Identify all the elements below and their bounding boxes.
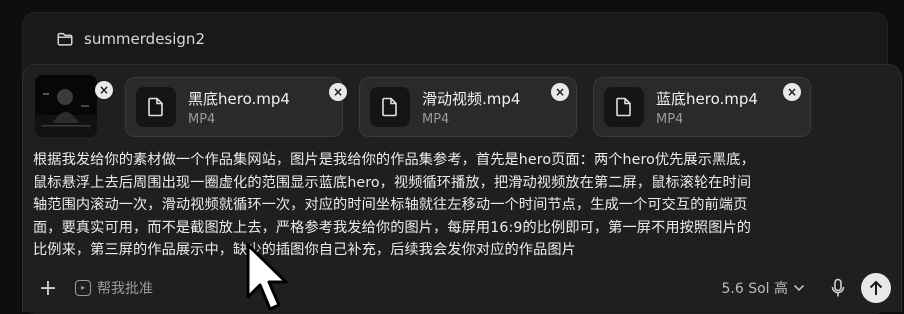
composer: × 黑底hero.mp4 MP4 × 滑动视频.mp4 MP4 × 蓝底hero… (22, 64, 902, 312)
mic-icon (831, 278, 845, 297)
close-icon: × (98, 83, 110, 97)
image-thumbnail (35, 75, 97, 137)
file-attachment-card[interactable]: 黑底hero.mp4 MP4 (125, 77, 343, 137)
remove-file-button[interactable]: × (783, 83, 801, 101)
message-line: 根据我发给你的素材做一个作品集网站，图片是我给你的作品集参考，首先是hero页面… (33, 152, 755, 168)
arrow-up-icon (869, 280, 883, 295)
approve-icon: ▸ (75, 280, 91, 296)
folder-name: summerdesign2 (84, 30, 205, 48)
image-attachment-thumb[interactable] (35, 75, 97, 137)
message-line: 面，要真实可用，而不是截图放上去，严格参考我发给你的图片，每屏用16:9的比例即… (33, 219, 752, 236)
message-line: 轴范围内滚动一次，滑动视频就循环一次，对应的时间坐标轴就往左移动一个时间节点，生… (33, 197, 748, 213)
voice-input-button[interactable] (823, 278, 853, 298)
message-line: 鼠标悬浮上去后周围出现一圈虚化的范围显示蓝底hero，视频循环播放，把滑动视频放… (33, 174, 752, 191)
remove-file-button[interactable]: × (329, 83, 347, 101)
model-selector[interactable]: 5.6 Sol 高 (721, 278, 805, 298)
help-approve-label: 帮我批准 (97, 281, 153, 297)
file-type: MP4 (188, 112, 216, 127)
file-type: MP4 (422, 112, 450, 127)
remove-image-attachment-button[interactable]: × (95, 81, 113, 99)
model-label: 5.6 Sol 高 (721, 281, 788, 297)
attachments-row: × 黑底hero.mp4 MP4 × 滑动视频.mp4 MP4 × 蓝底hero… (33, 75, 891, 139)
file-attachment-card[interactable]: 滑动视频.mp4 MP4 (359, 77, 577, 137)
close-icon: × (786, 85, 798, 99)
file-icon (370, 87, 410, 127)
composer-toolbar: + ▸ 帮我批准 5.6 Sol 高 (33, 273, 891, 303)
file-icon (136, 87, 176, 127)
remove-file-button[interactable]: × (551, 83, 569, 101)
add-attachment-button[interactable]: + (33, 276, 63, 301)
help-approve-button[interactable]: ▸ 帮我批准 (75, 278, 153, 298)
plus-icon: + (38, 275, 58, 301)
message-input[interactable]: 根据我发给你的素材做一个作品集网站，图片是我给你的作品集参考，首先是hero页面… (33, 149, 895, 262)
file-type: MP4 (656, 112, 684, 127)
folder-icon (57, 32, 73, 46)
file-attachment-card[interactable]: 蓝底hero.mp4 MP4 (593, 77, 811, 137)
message-line: 比例来，第三屏的作品展示中，缺少的插图你自己补充，后续我会发你对应的作品图片 (33, 242, 576, 258)
send-button[interactable] (861, 273, 891, 303)
close-icon: × (554, 85, 566, 99)
file-icon (604, 87, 644, 127)
chevron-down-icon (793, 284, 805, 292)
close-icon: × (332, 85, 344, 99)
file-name: 滑动视频.mp4 (422, 90, 521, 108)
folder-bar[interactable]: summerdesign2 (40, 20, 884, 58)
file-name: 黑底hero.mp4 (188, 90, 290, 108)
file-name: 蓝底hero.mp4 (656, 90, 758, 108)
